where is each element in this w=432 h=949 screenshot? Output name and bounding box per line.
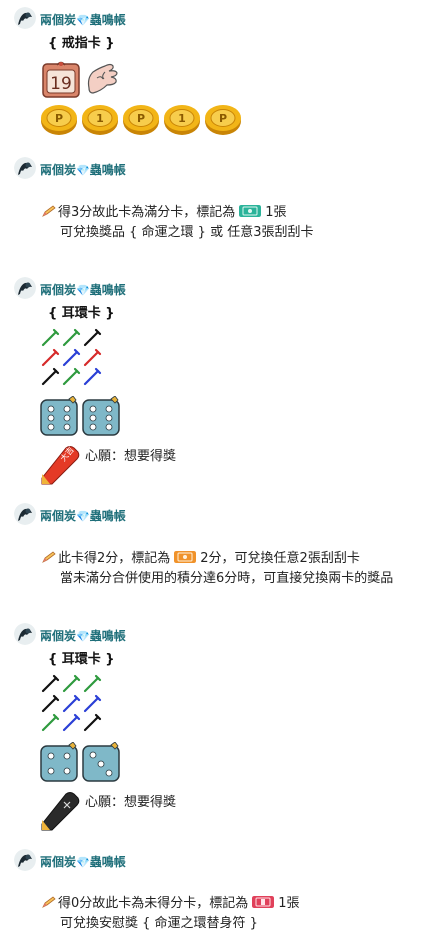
gem-icon: 💎 <box>76 284 90 297</box>
score-count: 1張 <box>278 896 300 911</box>
score-count: 2分，可兌換任意2張刮刮卡 <box>200 551 360 566</box>
username-text: 兩個炭 <box>40 855 77 869</box>
svg-text:1: 1 <box>178 112 186 125</box>
username-text: 兩個炭 <box>40 629 77 643</box>
username[interactable]: 兩個炭💎蟲鳴帳 <box>40 11 126 28</box>
orange-ticket-icon <box>174 551 197 563</box>
gem-icon: 💎 <box>76 630 90 643</box>
score-text: 得0分故此卡為未得分卡，標記為 <box>58 896 249 911</box>
coin-row: P 1 P 1 P <box>40 103 242 137</box>
avatar[interactable] <box>14 849 36 871</box>
username[interactable]: 兩個炭💎蟲鳴帳 <box>40 281 126 298</box>
avatar[interactable] <box>14 503 36 525</box>
avatar[interactable] <box>14 157 36 179</box>
username-suffix: 蟲鳴帳 <box>89 629 126 643</box>
username[interactable]: 兩個炭💎蟲鳴帳 <box>40 507 126 524</box>
avatar-icon <box>14 277 36 299</box>
avatar-icon <box>14 503 36 525</box>
svg-text:P: P <box>137 112 145 125</box>
calendar-day: 19 <box>50 74 72 94</box>
calendar-icon: 19 <box>42 60 80 98</box>
avatar-icon <box>14 157 36 179</box>
username-suffix: 蟲鳴帳 <box>89 855 126 869</box>
score-line: 此卡得2分，標記為 2分，可兌換任意2張刮刮卡 <box>42 547 360 566</box>
avatar[interactable] <box>14 623 36 645</box>
username[interactable]: 兩個炭💎蟲鳴帳 <box>40 853 126 870</box>
dice-icon <box>82 395 120 436</box>
username-text: 兩個炭 <box>40 283 77 297</box>
score-text: 此卡得2分，標記為 <box>58 551 171 566</box>
pencil-icon <box>42 205 56 217</box>
dice-icon <box>40 741 78 782</box>
score-text: 得3分故此卡為滿分卡，標記為 <box>58 205 236 220</box>
avatar[interactable] <box>14 7 36 29</box>
username[interactable]: 兩個炭💎蟲鳴帳 <box>40 627 126 644</box>
username[interactable]: 兩個炭💎蟲鳴帳 <box>40 161 126 178</box>
svg-text:1: 1 <box>96 112 104 125</box>
wish-text: 心願：想要得獎 <box>85 449 177 464</box>
p-coin-icon: P <box>205 105 241 135</box>
dice-icon <box>40 395 78 436</box>
username-text: 兩個炭 <box>40 163 77 177</box>
score-line: 得3分故此卡為滿分卡，標記為 1張 <box>42 201 287 220</box>
avatar-icon <box>14 849 36 871</box>
gem-icon: 💎 <box>76 164 90 177</box>
username-suffix: 蟲鳴帳 <box>89 509 126 523</box>
card-title: { 耳環卡 } <box>48 652 115 667</box>
score-count: 1張 <box>265 205 287 220</box>
score-line: 得0分故此卡為未得分卡，標記為 1張 <box>42 892 300 911</box>
p-coin-icon: P <box>123 105 159 135</box>
card-title: { 戒指卡 } <box>48 36 115 51</box>
avatar-icon <box>14 7 36 29</box>
prize-line: 可兌換獎品 { 命運之環 } 或 任意3張刮刮卡 <box>60 225 314 240</box>
golf-tee-grid <box>40 326 104 386</box>
gem-icon: 💎 <box>76 856 90 869</box>
username-text: 兩個炭 <box>40 509 77 523</box>
card-title: { 耳環卡 } <box>48 306 115 321</box>
pencil-icon <box>42 551 56 563</box>
omamori-charm-icon: 大吉 <box>40 444 82 486</box>
username-suffix: 蟲鳴帳 <box>89 163 126 177</box>
prize-line: 可兌換安慰獎 { 命運之環替身符 } <box>60 916 258 931</box>
ok-hand-icon <box>83 58 123 98</box>
svg-text:P: P <box>219 112 227 125</box>
username-suffix: 蟲鳴帳 <box>89 283 126 297</box>
p-coin-icon: 1 <box>164 105 200 135</box>
dice-pair <box>40 395 122 436</box>
dice-pair <box>40 741 122 782</box>
omamori-charm-icon <box>40 790 82 832</box>
gem-icon: 💎 <box>76 510 90 523</box>
avatar[interactable] <box>14 277 36 299</box>
dice-icon <box>82 741 120 782</box>
username-text: 兩個炭 <box>40 13 77 27</box>
prize-line: 當未滿分合併使用的積分達6分時，可直接兌換兩卡的獎品 <box>60 571 394 586</box>
golf-tee-grid <box>40 672 104 732</box>
svg-text:P: P <box>55 112 63 125</box>
pencil-icon <box>42 896 56 908</box>
gem-icon: 💎 <box>76 14 90 27</box>
p-coin-icon: 1 <box>82 105 118 135</box>
wish-text: 心願：想要得獎 <box>85 795 177 810</box>
green-ticket-icon <box>239 205 262 217</box>
red-ticket-icon <box>252 896 275 908</box>
username-suffix: 蟲鳴帳 <box>89 13 126 27</box>
p-coin-icon: P <box>41 105 77 135</box>
avatar-icon <box>14 623 36 645</box>
